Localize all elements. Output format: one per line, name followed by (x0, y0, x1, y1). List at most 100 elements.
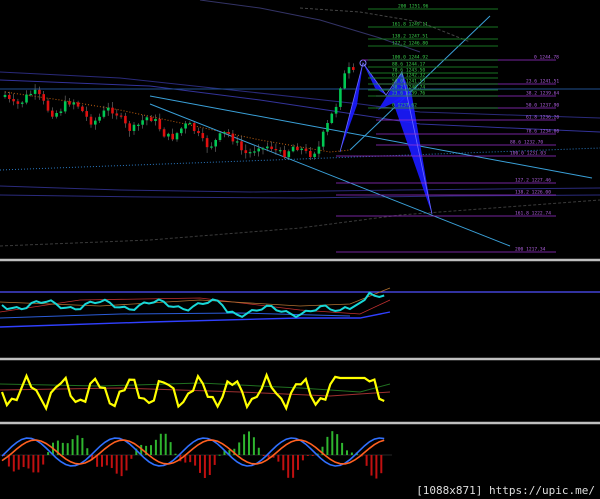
bullish-candle (141, 120, 144, 125)
bearish-candle (81, 106, 84, 112)
macd-histogram-bar-up (61, 442, 64, 455)
moving-average-line (0, 71, 600, 119)
fib-retracement-label: 138.2 1226.00 (515, 190, 551, 196)
bearish-candle (16, 101, 20, 104)
bullish-candle (180, 128, 183, 134)
fib-retracement-label: 200 1217.34 (515, 247, 546, 253)
bullish-candle (102, 110, 106, 117)
macd-histogram-bar-down (189, 455, 192, 463)
price-panel[interactable]: 0 1244.78 23.6 1241.51 38.2 1239.64 50.0 12… (0, 0, 600, 253)
macd-histogram-bar-down (208, 455, 211, 476)
macd-histogram-bar-down (12, 455, 15, 472)
bearish-candle (227, 132, 230, 134)
bullish-candle (20, 102, 24, 104)
macd-histogram-bar-down (115, 455, 118, 474)
macd-histogram-bar-down (267, 455, 270, 458)
bullish-candle (223, 132, 226, 134)
bearish-candle (8, 94, 11, 100)
bullish-candle (106, 107, 110, 111)
macd-histogram-bar-down (365, 455, 368, 466)
bearish-candle (283, 150, 286, 158)
macd-histogram-bar-down (32, 455, 35, 473)
macd-histogram-bar-down (297, 455, 299, 470)
fib-retracement-label: 127.2 1227.46 (515, 178, 551, 184)
bearish-candle (274, 149, 278, 151)
macd-histogram-bar-down (375, 455, 378, 479)
bullish-candle (33, 89, 37, 94)
bullish-candle (321, 131, 325, 147)
macd-histogram-bar-up (159, 433, 162, 455)
trading-chart[interactable]: 0 1244.78 23.6 1241.51 38.2 1239.64 50.0 12… (0, 0, 600, 499)
envelope-line (0, 185, 600, 193)
fib-extension-label: 100.0 1244.92 (392, 55, 428, 61)
fib-retracement-label: 88.6 1232.70 (510, 140, 543, 146)
macd-histogram-bar-down (262, 455, 265, 456)
macd-histogram-bar-up (66, 443, 69, 455)
macd-histogram-bar-up (243, 434, 246, 455)
bearish-candle (231, 133, 235, 142)
moving-average-line (199, 0, 421, 53)
fib-extension-label: 200 1251.96 (398, 4, 429, 10)
macd-histogram-bar-up (86, 448, 89, 455)
bullish-candle (347, 67, 351, 74)
bearish-candle (201, 133, 205, 139)
macd-histogram-bar-up (71, 439, 74, 455)
bearish-candle (309, 150, 312, 158)
macd-histogram-bar-down (27, 455, 30, 469)
bearish-candle (68, 101, 71, 105)
macd-histogram-bar-up (154, 439, 157, 455)
macd-histogram-bar-down (125, 455, 128, 471)
bearish-candle (197, 130, 200, 134)
bullish-candle (137, 124, 140, 126)
bearish-candle (205, 138, 209, 148)
watermark-label: [1088x871] https://upic.me/ (414, 484, 597, 497)
fib-retracement-label: 100.0 1231.03 (510, 151, 546, 157)
bullish-candle (59, 111, 63, 114)
macd-histogram-bar-down (306, 455, 309, 456)
bearish-candle (124, 115, 127, 124)
macd-histogram-bar-up (331, 431, 334, 455)
macd-histogram-bar-up (326, 436, 329, 455)
macd-panel[interactable] (0, 431, 392, 479)
fib-extension-label: 38.2 1240.74 (392, 85, 425, 91)
oscillator-panel-cyan[interactable] (0, 287, 600, 328)
macd-histogram-bar-down (287, 455, 290, 478)
fib-retracement-label: 61.8 1236.20 (526, 115, 559, 121)
macd-histogram-bar-down (194, 455, 197, 466)
fib-extension-label: 127.2 1246.80 (392, 41, 428, 47)
bearish-candle (12, 99, 15, 102)
macd-histogram-bar-down (42, 455, 45, 465)
bearish-candle (119, 115, 123, 117)
bearish-candle (128, 123, 131, 131)
fib-extension-label: 61.8 1242.32 (392, 73, 425, 79)
bullish-candle (145, 117, 149, 121)
macd-histogram-bar-up (346, 450, 348, 455)
chart-canvas[interactable]: 0 1244.78 23.6 1241.51 38.2 1239.64 50.0 12… (0, 0, 600, 499)
bullish-candle (218, 133, 222, 141)
bearish-candle (296, 146, 299, 151)
bullish-candle (29, 93, 33, 96)
oscillator-panel-yellow[interactable] (0, 372, 391, 412)
bullish-candle (300, 148, 303, 151)
bearish-candle (89, 116, 93, 125)
macd-histogram-bar-up (76, 435, 79, 455)
fib-retracement-label: 23.6 1241.51 (526, 79, 559, 85)
macd-histogram-bar-up (174, 453, 177, 455)
macd-histogram-bar-up (164, 433, 167, 455)
bullish-candle (55, 113, 58, 117)
bullish-candle (339, 88, 342, 107)
bearish-candle (240, 141, 243, 151)
fib-extension-label: 161.8 1249.11 (392, 22, 428, 28)
fib-extension-label: 138.2 1247.51 (392, 34, 428, 40)
bearish-candle (149, 117, 153, 121)
macd-histogram-bar-down (301, 455, 304, 461)
bullish-candle (317, 146, 321, 154)
bearish-candle (158, 119, 162, 130)
bullish-candle (343, 73, 346, 89)
macd-histogram-bar-up (350, 452, 353, 455)
macd-histogram-bar-down (213, 455, 216, 465)
bullish-candle (98, 116, 101, 121)
moving-average-line (0, 387, 391, 397)
macd-histogram-bar-down (203, 455, 206, 478)
bullish-candle (188, 123, 192, 125)
